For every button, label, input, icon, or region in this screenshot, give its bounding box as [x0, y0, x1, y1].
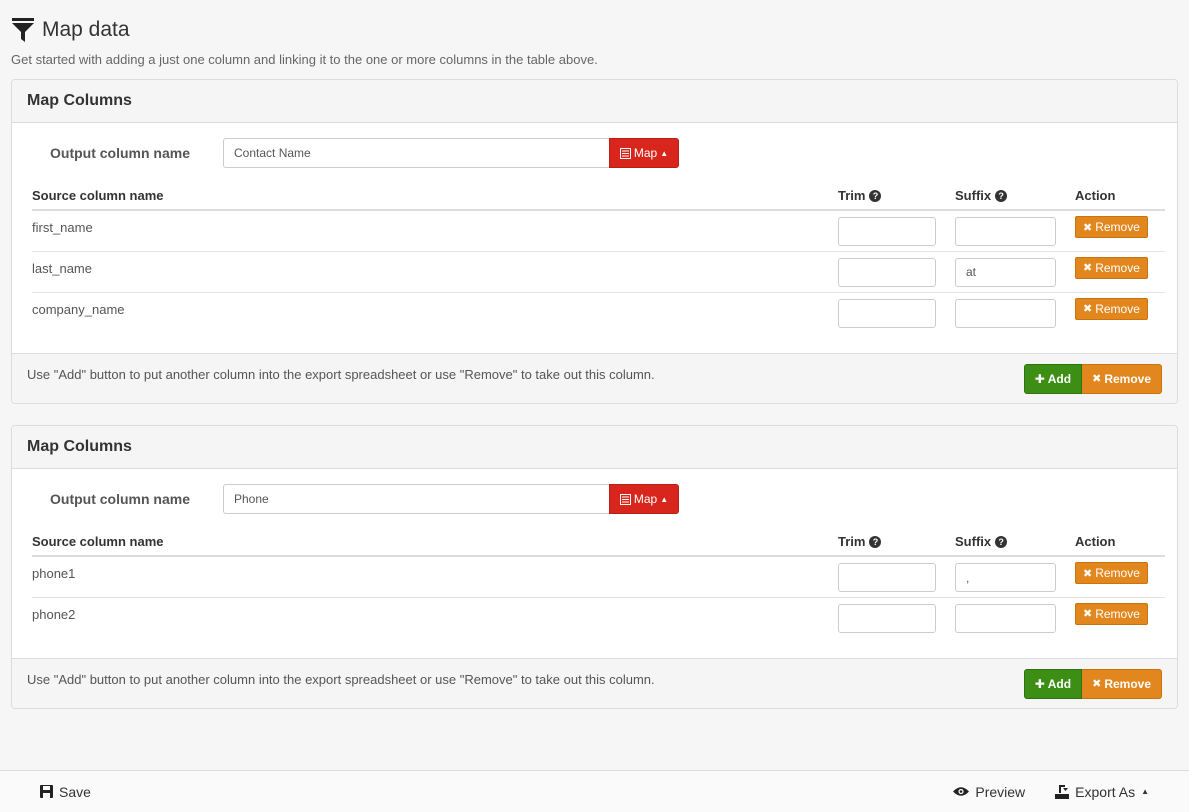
save-button[interactable]: Save [40, 784, 91, 800]
list-icon [619, 147, 631, 159]
page-title: Map data [42, 18, 130, 41]
header-action: Action [1075, 528, 1165, 557]
export-label: Export As [1075, 783, 1136, 800]
trim-input[interactable] [838, 298, 936, 328]
output-column-input[interactable]: Contact Name [223, 138, 609, 168]
caret-up-icon: ▲ [660, 148, 669, 158]
suffix-input[interactable]: at [955, 257, 1056, 287]
filter-icon [12, 18, 34, 42]
output-column-input[interactable]: Phone [223, 484, 609, 514]
remove-button[interactable]: ✖ Remove [1082, 363, 1162, 394]
header-suffix: Suffix? [955, 528, 1075, 557]
remove-row-button[interactable]: ✖ Remove [1075, 216, 1148, 238]
plus-icon: ✚ [1034, 676, 1045, 691]
output-column-row: Output column name Phone Map ▲ [32, 484, 1162, 514]
table-row: first_name ✖ Remove [32, 210, 1165, 252]
suffix-input[interactable]: , [955, 563, 1056, 592]
map-columns-panel: Map Columns Output column name Phone Map… [11, 425, 1178, 709]
table-row: last_name at ✖ Remove [32, 251, 1165, 293]
remove-row-button[interactable]: ✖ Remove [1075, 297, 1148, 320]
preview-button[interactable]: Preview [953, 784, 1025, 800]
trim-input[interactable] [838, 217, 936, 246]
map-columns-panel: Map Columns Output column name Contact N… [11, 79, 1178, 404]
panel-title: Map Columns [27, 438, 132, 455]
page-intro: Get started with adding a just one colum… [11, 52, 598, 67]
bottom-toolbar: Save Preview Export As ▲ [0, 770, 1189, 812]
panel-header: Map Columns [12, 80, 1177, 123]
remove-button[interactable]: ✖ Remove [1082, 668, 1162, 699]
caret-up-icon: ▲ [1141, 787, 1149, 796]
panel-header: Map Columns [12, 426, 1177, 469]
help-icon[interactable]: ? [995, 190, 1008, 202]
header-trim: Trim? [838, 182, 955, 211]
close-icon: ✖ [1083, 567, 1093, 580]
export-as-button[interactable]: Export As ▲ [1055, 784, 1149, 800]
export-icon [1055, 784, 1070, 799]
source-columns-table: Source column name Trim? Suffix? Action … [32, 528, 1165, 638]
map-button[interactable]: Map ▲ [609, 138, 679, 168]
panel-footer: Use "Add" button to put another column i… [12, 658, 1177, 708]
close-icon: ✖ [1083, 608, 1093, 620]
close-icon: ✖ [1083, 303, 1093, 315]
close-icon: ✖ [1092, 678, 1102, 690]
footer-help-text: Use "Add" button to put another column i… [27, 672, 655, 687]
add-button[interactable]: ✚ Add [1023, 363, 1083, 394]
source-column-name: first_name [32, 210, 838, 252]
panel-title: Map Columns [27, 92, 132, 109]
preview-label: Preview [975, 783, 1026, 800]
help-icon[interactable]: ? [995, 536, 1008, 548]
header-source: Source column name [32, 182, 838, 211]
map-button[interactable]: Map ▲ [609, 484, 679, 514]
remove-row-button[interactable]: ✖ Remove [1075, 602, 1148, 625]
close-icon: ✖ [1092, 373, 1102, 385]
close-icon: ✖ [1083, 221, 1093, 234]
footer-button-group: ✚ Add ✖ Remove [1023, 668, 1162, 699]
map-button-label: Map [633, 146, 658, 160]
source-columns-table: Source column name Trim? Suffix? Action … [32, 182, 1165, 333]
header-trim: Trim? [838, 528, 955, 557]
add-button[interactable]: ✚ Add [1023, 668, 1083, 699]
caret-up-icon: ▲ [660, 494, 669, 504]
header-source: Source column name [32, 528, 838, 557]
output-column-label: Output column name [50, 145, 190, 161]
plus-icon: ✚ [1034, 371, 1045, 386]
table-row: phone1 , ✖ Remove [32, 556, 1165, 598]
header-action: Action [1075, 182, 1165, 211]
footer-button-group: ✚ Add ✖ Remove [1023, 363, 1162, 394]
save-label: Save [59, 783, 91, 800]
source-column-name: last_name [32, 251, 838, 293]
footer-help-text: Use "Add" button to put another column i… [27, 367, 655, 382]
trim-input[interactable] [838, 563, 936, 592]
header-suffix: Suffix? [955, 182, 1075, 211]
suffix-input[interactable] [955, 217, 1056, 246]
source-column-name: phone1 [32, 556, 838, 598]
table-row: company_name ✖ Remove [32, 292, 1165, 333]
suffix-input[interactable] [955, 298, 1056, 328]
help-icon[interactable]: ? [869, 190, 882, 202]
source-column-name: company_name [32, 301, 125, 317]
output-column-row: Output column name Contact Name Map ▲ [32, 138, 1162, 168]
save-icon [40, 785, 53, 798]
panel-footer: Use "Add" button to put another column i… [12, 353, 1177, 403]
table-row: phone2 ✖ Remove [32, 597, 1165, 638]
list-icon [619, 493, 631, 505]
source-column-name: phone2 [32, 606, 76, 622]
output-column-label: Output column name [50, 491, 190, 507]
map-button-label: Map [633, 492, 658, 506]
trim-input[interactable] [838, 603, 936, 633]
close-icon: ✖ [1083, 262, 1093, 274]
page-header: Map data [11, 0, 1178, 58]
suffix-input[interactable] [955, 603, 1056, 633]
eye-icon [953, 787, 970, 796]
trim-input[interactable] [838, 257, 936, 287]
remove-row-button[interactable]: ✖ Remove [1075, 256, 1148, 279]
remove-row-button[interactable]: ✖ Remove [1075, 562, 1148, 584]
help-icon[interactable]: ? [869, 536, 882, 548]
